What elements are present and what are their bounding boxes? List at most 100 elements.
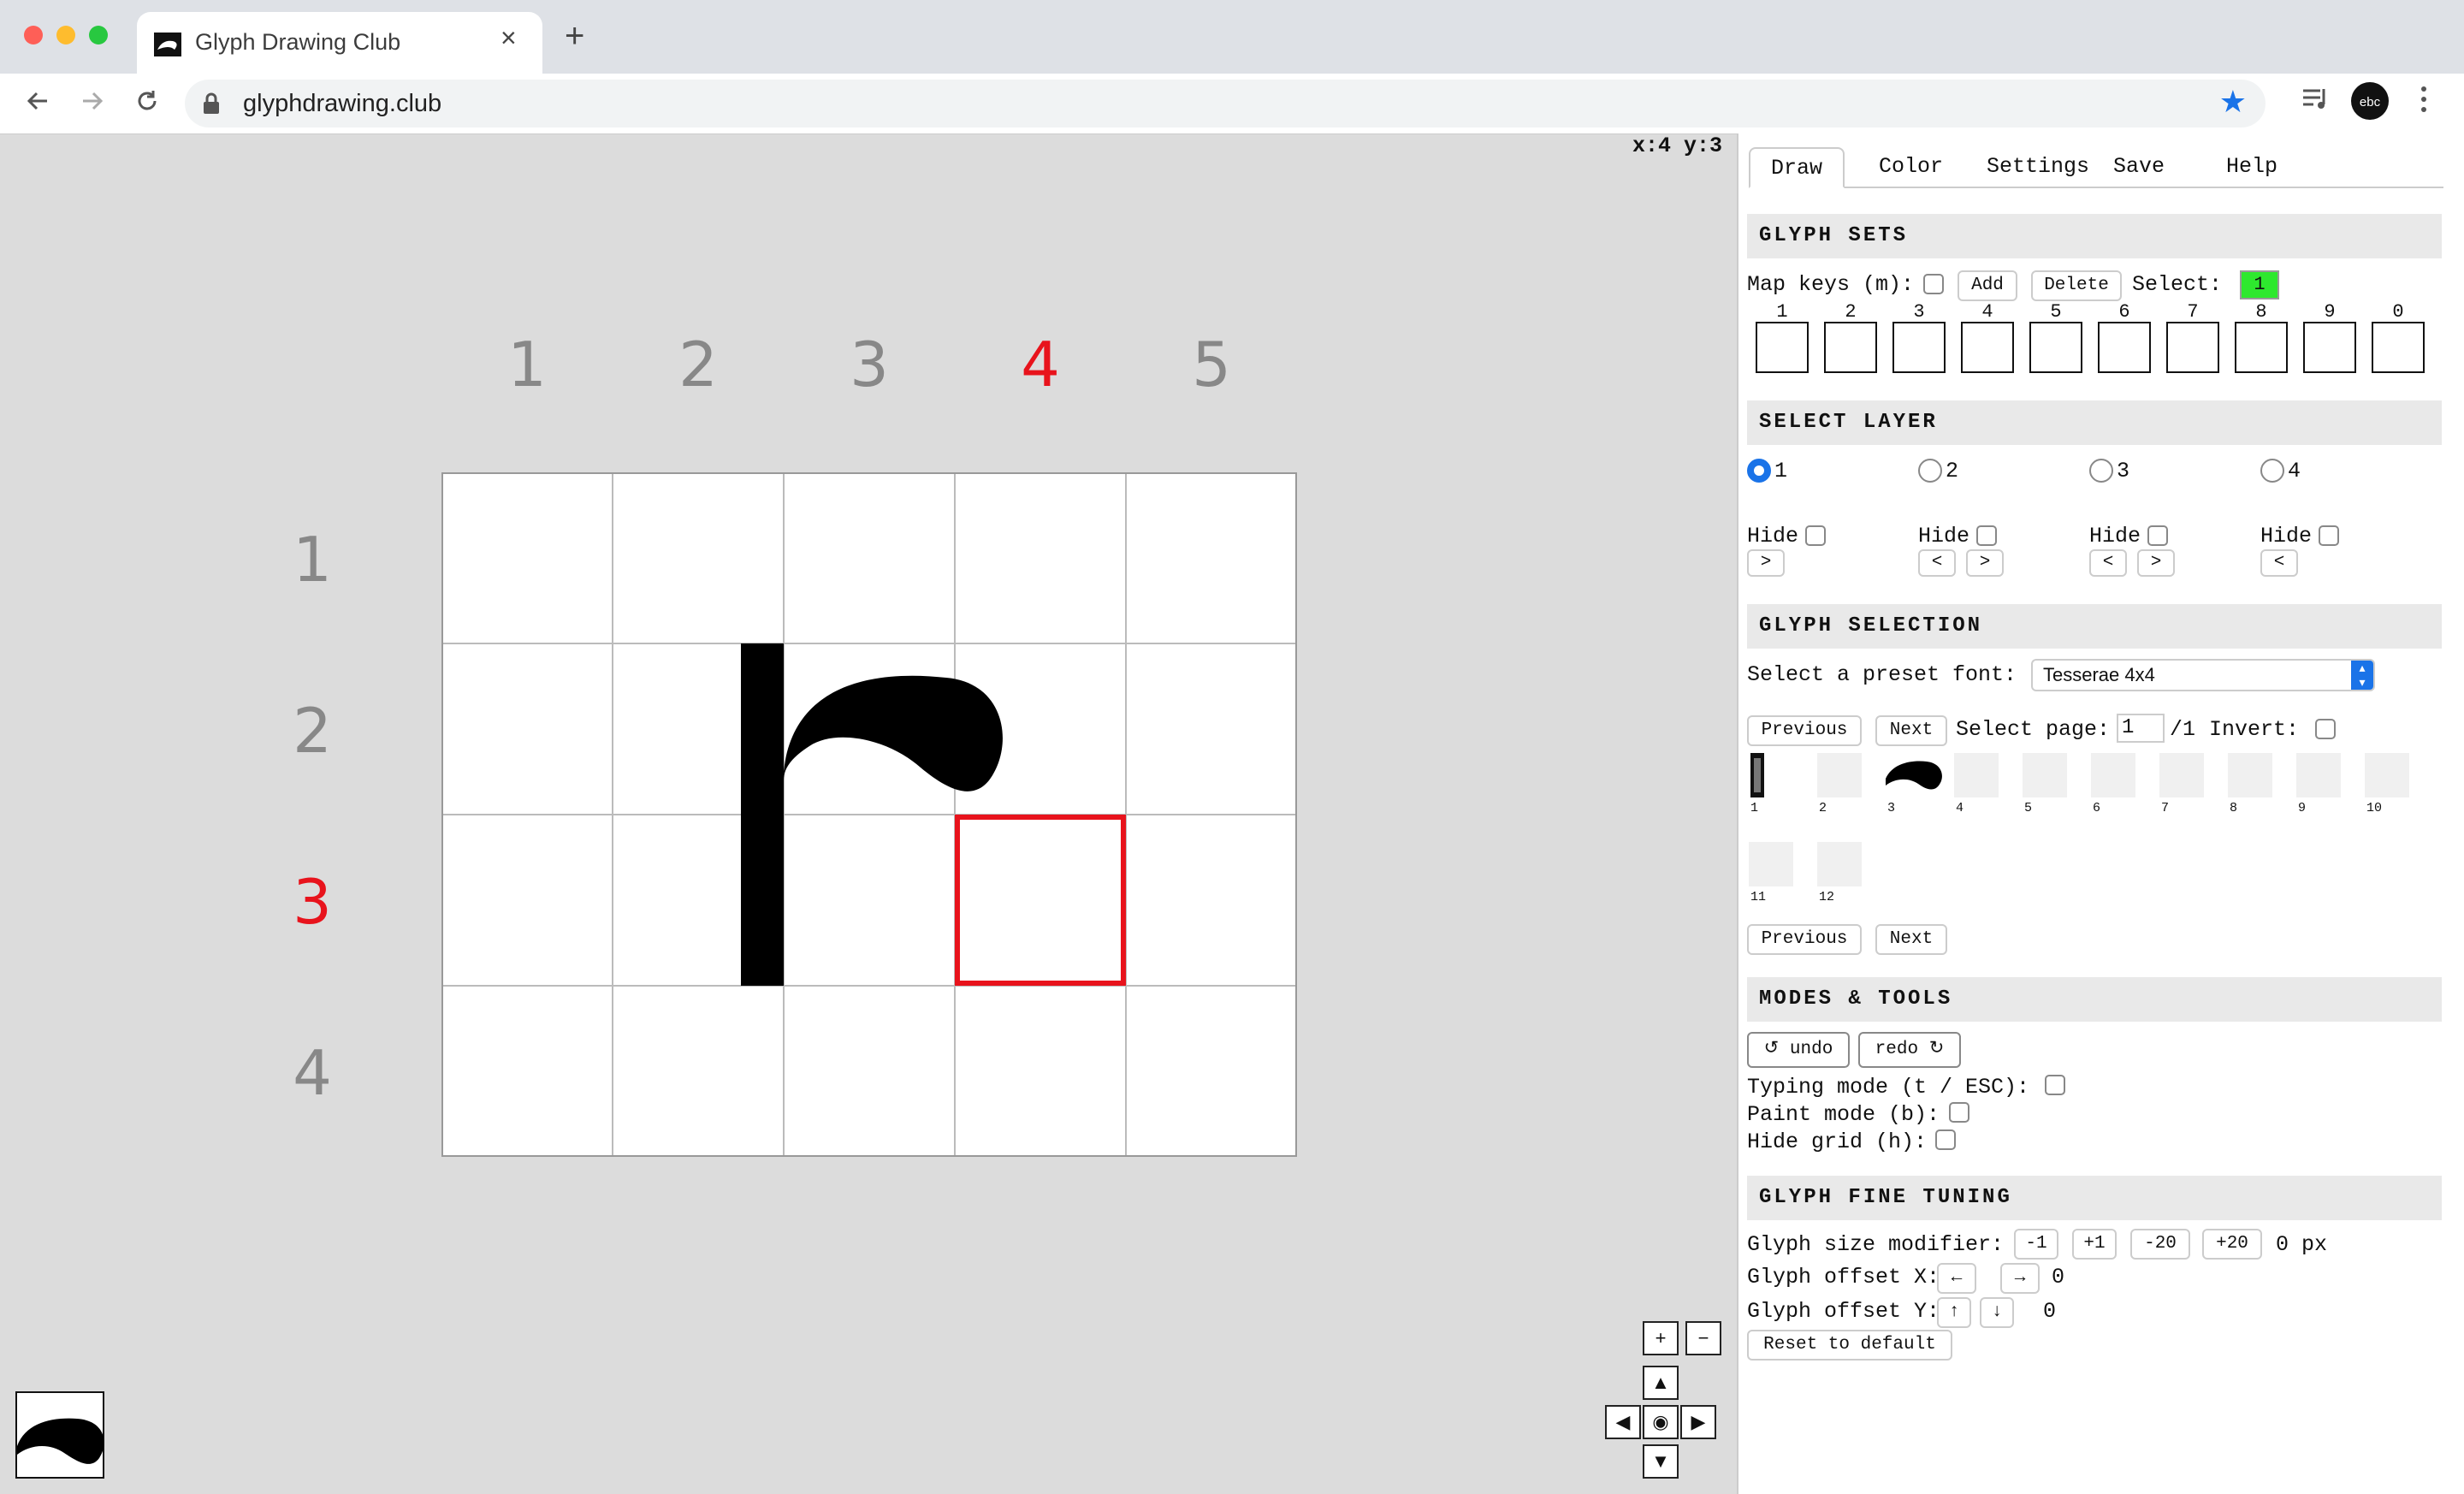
glyph-previous-button[interactable]: Previous: [1747, 715, 1862, 746]
glyph-cell-11[interactable]: [1749, 842, 1793, 886]
tab-close-icon[interactable]: ×: [500, 24, 517, 51]
lock-icon: [204, 92, 219, 114]
minimize-window-button[interactable]: [56, 26, 75, 44]
key-slot-5[interactable]: [2029, 322, 2082, 373]
layer-hide-checkbox-2[interactable]: [1976, 525, 1997, 546]
browser-tab[interactable]: Glyph Drawing Club ×: [137, 12, 542, 74]
redo-button[interactable]: redo ↻: [1858, 1032, 1961, 1068]
glyph-set-select-label: Select:: [2132, 272, 2223, 297]
glyph-next-button[interactable]: Next: [1875, 715, 1947, 746]
glyph-next-bottom-button[interactable]: Next: [1875, 924, 1947, 955]
glyph-cell-1[interactable]: [1749, 753, 1793, 797]
key-slot-0[interactable]: [2372, 322, 2425, 373]
close-window-button[interactable]: [24, 26, 43, 44]
reload-icon[interactable]: [128, 82, 166, 120]
new-tab-button[interactable]: +: [565, 19, 584, 53]
glyph-cell-7[interactable]: [2159, 753, 2204, 797]
key-slot-4[interactable]: [1961, 322, 2014, 373]
key-number-3: 3: [1913, 301, 1925, 323]
glyph-previous-bottom-button[interactable]: Previous: [1747, 924, 1862, 955]
glyph-cell-6[interactable]: [2091, 753, 2135, 797]
hide-grid-checkbox[interactable]: [1935, 1129, 1956, 1150]
delete-glyph-set-button[interactable]: Delete: [2031, 270, 2122, 301]
typing-mode-checkbox[interactable]: [2045, 1075, 2065, 1095]
glyph-cell-12[interactable]: [1817, 842, 1862, 886]
key-slot-7[interactable]: [2166, 322, 2219, 373]
layer-radio-4[interactable]: [2260, 459, 2284, 483]
layer-move-up-button-1[interactable]: >: [1747, 549, 1785, 577]
bookmark-star-icon[interactable]: ★: [2219, 86, 2247, 117]
layer-move-down-button-3[interactable]: <: [2089, 549, 2127, 577]
glyph-size-button-minus20[interactable]: -20: [2130, 1229, 2190, 1260]
key-slot-8[interactable]: [2235, 322, 2288, 373]
address-bar[interactable]: glyphdrawing.club ★: [185, 80, 2266, 127]
glyph-cell-2[interactable]: [1817, 753, 1862, 797]
reset-default-button[interactable]: Reset to default: [1747, 1330, 1952, 1361]
forward-icon[interactable]: [74, 82, 111, 120]
zoom-in-button[interactable]: +: [1643, 1321, 1679, 1355]
key-slot-9[interactable]: [2303, 322, 2356, 373]
layer-move-down-button-4[interactable]: <: [2260, 549, 2298, 577]
tab-save[interactable]: Save: [2093, 147, 2185, 188]
zoom-out-button[interactable]: −: [1685, 1321, 1721, 1355]
profile-avatar-icon[interactable]: ebc: [2351, 82, 2389, 120]
typing-mode-label: Typing mode (t / ESC):: [1747, 1075, 2030, 1100]
glyph-size-button-plus20[interactable]: +20: [2202, 1229, 2262, 1260]
media-queue-icon[interactable]: [2300, 84, 2331, 115]
pan-left-button[interactable]: ◀: [1605, 1405, 1641, 1439]
paint-mode-checkbox[interactable]: [1949, 1102, 1969, 1123]
preset-font-select[interactable]: Tesserae 4x4 ▴ ▾: [2031, 659, 2375, 691]
browser-menu-icon[interactable]: [2418, 84, 2430, 115]
glyph-cell-4[interactable]: [1954, 753, 1999, 797]
tab-help[interactable]: Help: [2206, 147, 2298, 188]
layer-hide-checkbox-3[interactable]: [2147, 525, 2168, 546]
glyph-cell-9[interactable]: [2296, 753, 2341, 797]
fine-tuning-header: GLYPH FINE TUNING: [1747, 1176, 2442, 1220]
glyph-cell-3[interactable]: [1886, 753, 1942, 797]
glyph-cell-10[interactable]: [2365, 753, 2409, 797]
key-slot-6[interactable]: [2098, 322, 2151, 373]
select-layer-header: SELECT LAYER: [1747, 400, 2442, 445]
pan-down-button[interactable]: ▼: [1643, 1444, 1679, 1479]
glyph-number-6: 6: [2093, 801, 2101, 815]
undo-button[interactable]: ↺ undo: [1747, 1032, 1850, 1068]
glyph-set-select-value[interactable]: 1: [2240, 270, 2279, 299]
map-keys-checkbox[interactable]: [1923, 274, 1944, 294]
layer-radio-2[interactable]: [1918, 459, 1942, 483]
glyph-size-label: Glyph size modifier:: [1747, 1232, 2005, 1257]
tab-settings[interactable]: Settings: [1966, 147, 2110, 188]
offset-x-left-button[interactable]: ←: [1937, 1263, 1976, 1294]
glyph-size-button-plus1[interactable]: +1: [2072, 1229, 2117, 1260]
offset-y-up-button[interactable]: ↑: [1937, 1297, 1971, 1328]
row-label-3: 3: [293, 866, 332, 938]
glyph-cell-8[interactable]: [2228, 753, 2272, 797]
layer-radio-1[interactable]: [1747, 459, 1771, 483]
glyph-size-button-minus1[interactable]: -1: [2014, 1229, 2058, 1260]
key-slot-1[interactable]: [1756, 322, 1809, 373]
browser-tab-strip: Glyph Drawing Club × +: [0, 0, 2464, 74]
add-glyph-set-button[interactable]: Add: [1958, 270, 2017, 301]
key-slot-2[interactable]: [1824, 322, 1877, 373]
key-number-0: 0: [2392, 301, 2404, 323]
pan-right-button[interactable]: ▶: [1680, 1405, 1716, 1439]
layer-hide-checkbox-4[interactable]: [2319, 525, 2339, 546]
pan-center-button[interactable]: ◉: [1643, 1405, 1679, 1439]
layer-radio-3[interactable]: [2089, 459, 2113, 483]
page-input[interactable]: 1: [2117, 714, 2165, 743]
layer-move-up-button-2[interactable]: >: [1966, 549, 2004, 577]
pan-up-button[interactable]: ▲: [1643, 1366, 1679, 1400]
invert-checkbox[interactable]: [2315, 719, 2336, 739]
tab-color[interactable]: Color: [1858, 147, 1964, 188]
tab-draw[interactable]: Draw: [1749, 147, 1845, 188]
modes-tools-header: MODES & TOOLS: [1747, 977, 2442, 1022]
key-slot-3[interactable]: [1892, 322, 1946, 373]
back-icon[interactable]: [19, 82, 56, 120]
maximize-window-button[interactable]: [89, 26, 108, 44]
offset-y-down-button[interactable]: ↓: [1980, 1297, 2014, 1328]
layer-move-up-button-3[interactable]: >: [2137, 549, 2175, 577]
layer-hide-checkbox-1[interactable]: [1805, 525, 1826, 546]
paint-mode-label: Paint mode (b):: [1747, 1102, 1940, 1127]
glyph-cell-5[interactable]: [2023, 753, 2067, 797]
layer-move-down-button-2[interactable]: <: [1918, 549, 1956, 577]
offset-x-right-button[interactable]: →: [2000, 1263, 2040, 1294]
